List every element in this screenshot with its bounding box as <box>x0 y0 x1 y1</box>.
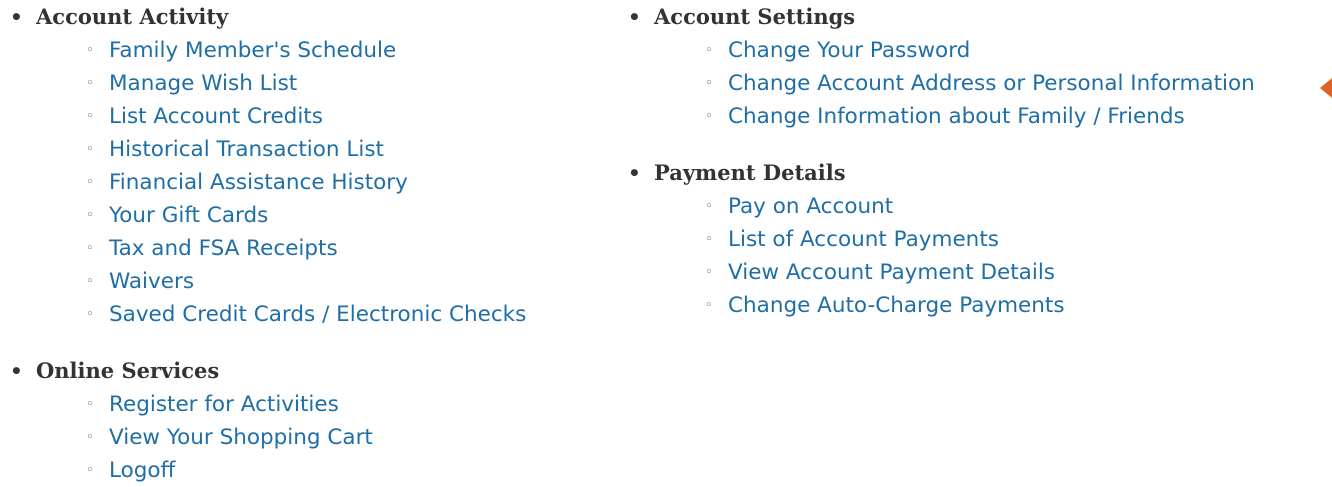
circle-bullet-icon: ◦ <box>86 175 94 190</box>
link-view-payment-details[interactable]: View Account Payment Details <box>728 260 1055 285</box>
section-heading: • Account Settings <box>618 0 1318 34</box>
link-register-for-activities[interactable]: Register for Activities <box>109 392 339 417</box>
list-item: ◦ Change Information about Family / Frien… <box>618 100 1318 133</box>
circle-bullet-icon: ◦ <box>705 232 713 247</box>
link-manage-wish-list[interactable]: Manage Wish List <box>109 71 297 96</box>
list-item: ◦ Waivers <box>0 265 600 298</box>
list-item: ◦ List Account Credits <box>0 100 600 133</box>
left-column: • Account Activity ◦ Family Member's Sche… <box>0 0 600 487</box>
link-list-account-credits[interactable]: List Account Credits <box>109 104 323 129</box>
pointer-arrow-icon <box>1320 78 1332 98</box>
bullet-icon: • <box>628 5 641 29</box>
link-list-account-payments[interactable]: List of Account Payments <box>728 227 999 252</box>
link-tax-fsa-receipts[interactable]: Tax and FSA Receipts <box>109 236 338 261</box>
list-item: ◦ Your Gift Cards <box>0 199 600 232</box>
list-item: ◦ Manage Wish List <box>0 67 600 100</box>
circle-bullet-icon: ◦ <box>705 76 713 91</box>
link-historical-transaction-list[interactable]: Historical Transaction List <box>109 137 384 162</box>
list-item: ◦ Change Account Address or Personal Info… <box>618 67 1318 100</box>
bullet-icon: • <box>10 5 23 29</box>
link-pay-on-account[interactable]: Pay on Account <box>728 194 893 219</box>
right-column: • Account Settings ◦ Change Your Password… <box>618 0 1318 322</box>
circle-bullet-icon: ◦ <box>86 307 94 322</box>
link-saved-credit-cards[interactable]: Saved Credit Cards / Electronic Checks <box>109 302 526 327</box>
section-heading: • Account Activity <box>0 0 600 34</box>
bullet-icon: • <box>10 359 23 383</box>
circle-bullet-icon: ◦ <box>705 298 713 313</box>
circle-bullet-icon: ◦ <box>705 199 713 214</box>
circle-bullet-icon: ◦ <box>705 43 713 58</box>
link-family-member-schedule[interactable]: Family Member's Schedule <box>109 38 396 63</box>
list-item: ◦ Saved Credit Cards / Electronic Checks <box>0 298 600 331</box>
section-title: Payment Details <box>654 160 846 185</box>
circle-bullet-icon: ◦ <box>705 265 713 280</box>
link-view-shopping-cart[interactable]: View Your Shopping Cart <box>109 425 373 450</box>
list-item: ◦ Tax and FSA Receipts <box>0 232 600 265</box>
circle-bullet-icon: ◦ <box>86 43 94 58</box>
circle-bullet-icon: ◦ <box>86 241 94 256</box>
circle-bullet-icon: ◦ <box>86 76 94 91</box>
link-list: ◦ Register for Activities ◦ View Your Shop… <box>0 388 600 487</box>
list-item: ◦ View Your Shopping Cart <box>0 421 600 454</box>
link-logoff[interactable]: Logoff <box>109 458 175 483</box>
circle-bullet-icon: ◦ <box>705 109 713 124</box>
section-account-settings: • Account Settings ◦ Change Your Password… <box>618 0 1318 133</box>
circle-bullet-icon: ◦ <box>86 274 94 289</box>
link-list: ◦ Family Member's Schedule ◦ Manage Wish L… <box>0 34 600 331</box>
circle-bullet-icon: ◦ <box>86 109 94 124</box>
list-item: ◦ Financial Assistance History <box>0 166 600 199</box>
link-change-auto-charge[interactable]: Change Auto-Charge Payments <box>728 293 1065 318</box>
circle-bullet-icon: ◦ <box>86 430 94 445</box>
circle-bullet-icon: ◦ <box>86 208 94 223</box>
list-item: ◦ View Account Payment Details <box>618 256 1318 289</box>
bullet-icon: • <box>628 161 641 185</box>
link-list: ◦ Pay on Account ◦ List of Account Payment… <box>618 190 1318 322</box>
link-list: ◦ Change Your Password ◦ Change Account Ad… <box>618 34 1318 133</box>
list-item: ◦ Logoff <box>0 454 600 487</box>
section-heading: • Payment Details <box>618 156 1318 190</box>
circle-bullet-icon: ◦ <box>86 463 94 478</box>
list-item: ◦ Register for Activities <box>0 388 600 421</box>
link-change-address-personal-info[interactable]: Change Account Address or Personal Infor… <box>728 71 1255 96</box>
list-item: ◦ Pay on Account <box>618 190 1318 223</box>
link-waivers[interactable]: Waivers <box>109 269 194 294</box>
section-online-services: • Online Services ◦ Register for Activiti… <box>0 354 600 487</box>
list-item: ◦ Family Member's Schedule <box>0 34 600 67</box>
link-change-family-friends-info[interactable]: Change Information about Family / Friend… <box>728 104 1185 129</box>
section-account-activity: • Account Activity ◦ Family Member's Sche… <box>0 0 600 331</box>
section-payment-details: • Payment Details ◦ Pay on Account ◦ List … <box>618 156 1318 322</box>
list-item: ◦ List of Account Payments <box>618 223 1318 256</box>
link-your-gift-cards[interactable]: Your Gift Cards <box>109 203 268 228</box>
section-title: Account Activity <box>36 4 229 29</box>
list-item: ◦ Historical Transaction List <box>0 133 600 166</box>
circle-bullet-icon: ◦ <box>86 142 94 157</box>
section-title: Account Settings <box>654 4 856 29</box>
section-heading: • Online Services <box>0 354 600 388</box>
circle-bullet-icon: ◦ <box>86 397 94 412</box>
section-title: Online Services <box>36 358 220 383</box>
link-change-password[interactable]: Change Your Password <box>728 38 970 63</box>
list-item: ◦ Change Your Password <box>618 34 1318 67</box>
link-financial-assistance-history[interactable]: Financial Assistance History <box>109 170 408 195</box>
list-item: ◦ Change Auto-Charge Payments <box>618 289 1318 322</box>
